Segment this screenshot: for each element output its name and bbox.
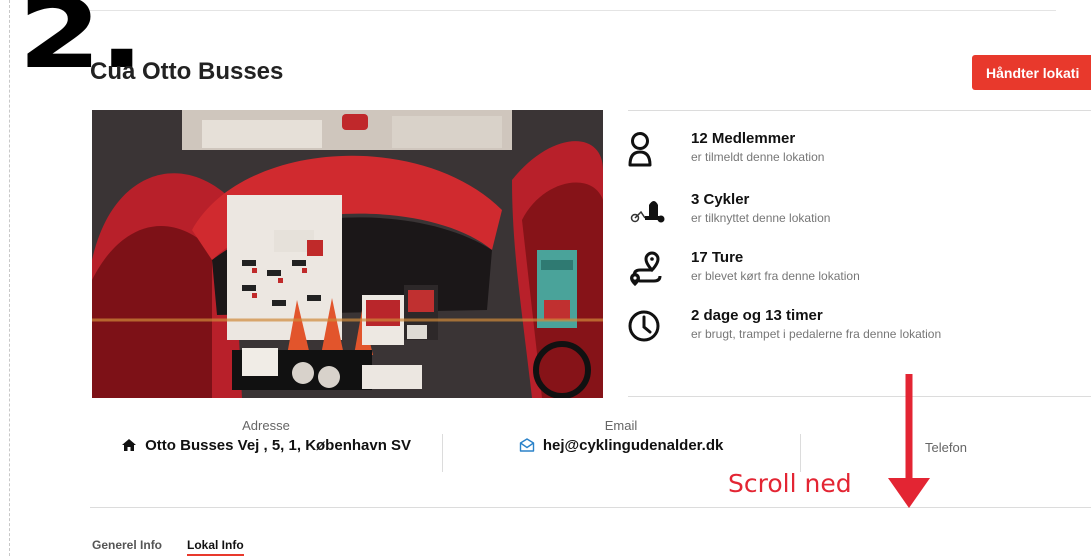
email-link[interactable]: hej@cyklingudenalder.dk: [543, 437, 724, 454]
stat-description: er brugt, trampet i pedalerne fra denne …: [691, 327, 942, 341]
tab-local-info[interactable]: Lokal Info: [187, 538, 244, 556]
email-value: hej@cyklingudenalder.dk: [443, 436, 799, 456]
scroll-hint-text: Scroll ned: [728, 469, 852, 498]
page-title: Cua Otto Busses: [90, 58, 284, 85]
stat-time: 2 dage og 13 timer er brugt, trampet i p…: [628, 307, 1088, 357]
stat-number: 12 Medlemmer: [691, 130, 796, 147]
address-text: Otto Busses Vej , 5, 1, København SV: [145, 437, 412, 454]
home-icon: [121, 437, 145, 454]
manage-location-button[interactable]: Håndter lokati: [972, 55, 1091, 90]
tab-general-info[interactable]: Generel Info: [92, 538, 162, 552]
address-value: Otto Busses Vej , 5, 1, København SV: [90, 436, 442, 456]
phone-label: Telefon: [925, 440, 967, 455]
stat-number: 3 Cykler: [691, 191, 750, 208]
stat-number: 2 dage og 13 timer: [691, 307, 823, 324]
info-bottom-divider: [90, 507, 1091, 508]
left-dashed-border: [9, 0, 10, 556]
stat-description: er blevet kørt fra denne lokation: [691, 269, 860, 283]
stat-description: er tilmeldt denne lokation: [691, 150, 825, 164]
stat-description: er tilknyttet denne lokation: [691, 211, 831, 225]
rickshaw-icon: [628, 191, 668, 235]
contact-info-row: Adresse Otto Busses Vej , 5, 1, Københav…: [90, 418, 1091, 478]
user-icon: [628, 130, 668, 174]
stat-bikes: 3 Cykler er tilknyttet denne lokation: [628, 191, 1088, 241]
route-icon: [628, 249, 668, 293]
email-label: Email: [604, 418, 638, 433]
envelope-icon: [519, 437, 543, 454]
stat-members: 12 Medlemmer er tilmeldt denne lokation: [628, 130, 1088, 180]
address-block: Adresse Otto Busses Vej , 5, 1, Københav…: [90, 418, 442, 478]
stats-top-divider: [628, 110, 1091, 111]
stat-trips: 17 Ture er blevet kørt fra denne lokatio…: [628, 249, 1088, 299]
stats-bottom-divider: [628, 396, 1091, 397]
address-label: Adresse: [242, 418, 290, 433]
top-divider: [86, 0, 1056, 11]
location-photo: [92, 110, 603, 398]
clock-icon: [628, 307, 668, 351]
stat-number: 17 Ture: [691, 249, 744, 266]
scroll-down-arrow-icon: [888, 374, 930, 508]
